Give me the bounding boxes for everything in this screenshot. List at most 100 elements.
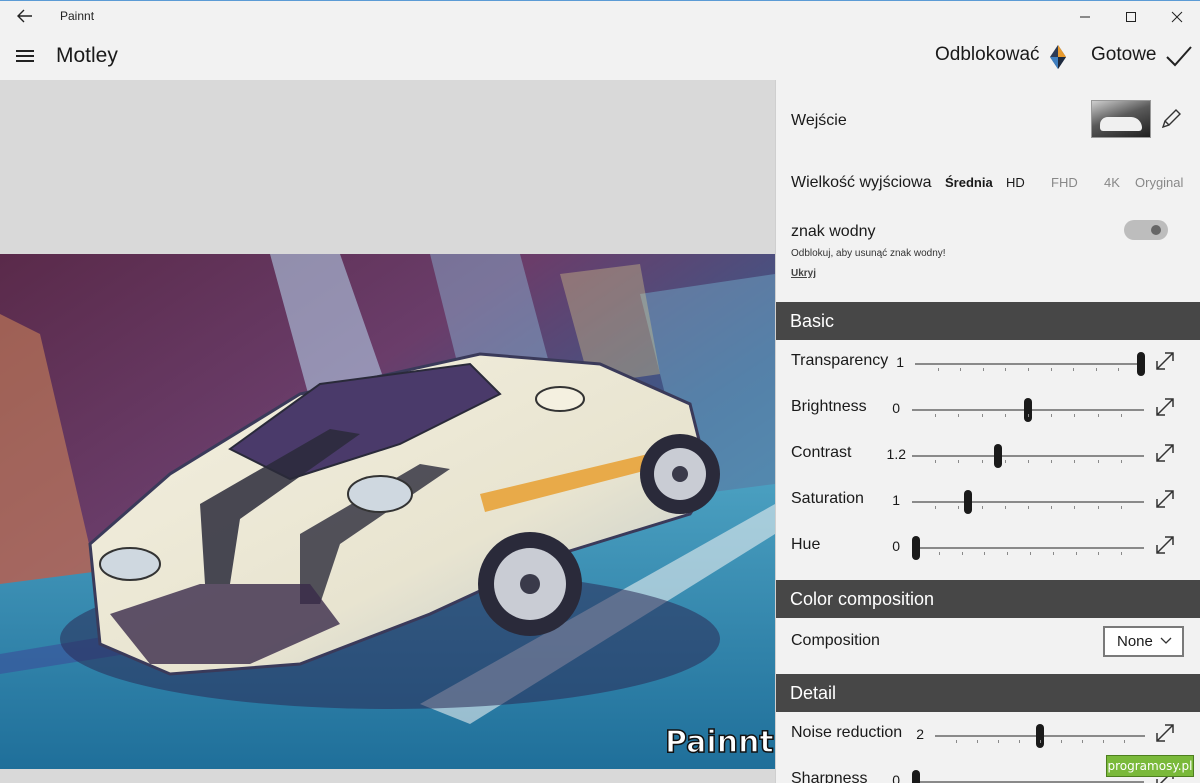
slider-value: 1 (892, 492, 900, 508)
window-title: Painnt (60, 9, 95, 23)
input-thumbnail[interactable] (1091, 100, 1151, 138)
section-color-composition[interactable]: Color composition (776, 580, 1200, 618)
size-option-4k[interactable]: 4K (1104, 175, 1120, 190)
slider-tick (1004, 506, 1006, 509)
slider-track[interactable] (912, 536, 1144, 560)
slider-handle[interactable] (1137, 352, 1145, 376)
expand-icon[interactable] (1154, 534, 1176, 556)
composition-label: Composition (791, 632, 880, 649)
back-arrow-icon[interactable] (14, 7, 36, 27)
composition-select[interactable]: None (1103, 626, 1184, 657)
checkmark-icon[interactable] (1165, 45, 1193, 69)
slider-tick (1028, 368, 1029, 371)
expand-icon[interactable] (1154, 442, 1176, 464)
slider-label: Saturation (791, 490, 864, 507)
slider-tick (935, 460, 937, 463)
slider-tick (1073, 368, 1075, 371)
slider-track[interactable] (912, 490, 1144, 514)
slider-track[interactable] (915, 352, 1145, 376)
slider-value: 0 (892, 772, 900, 783)
diamond-icon[interactable] (1048, 44, 1068, 70)
slider-tick (984, 552, 986, 555)
size-option-fhd[interactable]: FHD (1051, 175, 1078, 190)
expand-icon[interactable] (1154, 488, 1176, 510)
slider-handle[interactable] (912, 536, 920, 560)
expand-icon[interactable] (1154, 396, 1176, 418)
section-basic[interactable]: Basic (776, 302, 1200, 340)
slider-tick (1050, 368, 1052, 371)
slider-tick (1098, 552, 1100, 555)
unlock-button[interactable]: Odblokować (935, 44, 1040, 66)
slider-value: 2 (916, 726, 924, 742)
slider-handle[interactable] (1024, 398, 1032, 422)
slider-tick (1040, 740, 1041, 743)
expand-icon[interactable] (1154, 722, 1176, 744)
slider-handle[interactable] (912, 770, 920, 783)
slider-tick (1121, 552, 1123, 555)
slider-label: Brightness (791, 398, 867, 415)
slider-tick (998, 740, 999, 743)
slider-tick (961, 552, 963, 555)
watermark-label: znak wodny (791, 223, 876, 240)
settings-panel: Wejście Wielkość wyjściowa Średnia HD FH… (775, 80, 1200, 783)
pencil-edit-icon[interactable] (1160, 108, 1182, 130)
size-option-original[interactable]: Oryginal (1135, 175, 1183, 190)
slider-tick (1082, 740, 1083, 743)
slider-tick (958, 506, 960, 509)
slider-tick (1030, 552, 1031, 555)
slider-tick (938, 552, 940, 555)
slider-value: 0 (892, 538, 900, 554)
slider-tick (1118, 368, 1120, 371)
minimize-button[interactable] (1062, 1, 1108, 32)
slider-tick (1120, 506, 1122, 509)
close-button[interactable] (1154, 1, 1200, 32)
slider-track[interactable] (912, 444, 1144, 468)
slider-label: Transparency (791, 352, 889, 369)
slider-tick (982, 368, 984, 371)
slider-track[interactable] (912, 398, 1144, 422)
size-option-medium[interactable]: Średnia (945, 175, 993, 190)
size-option-hd[interactable]: HD (1006, 175, 1025, 190)
slider-tick (1075, 552, 1077, 555)
expand-icon[interactable] (1154, 350, 1176, 372)
hamburger-menu-icon[interactable] (16, 50, 34, 64)
slider-tick (1028, 460, 1029, 463)
slider-tick (977, 740, 978, 743)
slider-tick (937, 368, 939, 371)
slider-row-contrast: Contrast 1.2 (776, 432, 1200, 478)
slider-track[interactable] (935, 724, 1145, 748)
slider-row-hue: Hue 0 (776, 524, 1200, 570)
slider-tick (1007, 552, 1009, 555)
maximize-button[interactable] (1108, 1, 1154, 32)
chevron-down-icon (1160, 637, 1172, 644)
slider-tick (960, 368, 962, 371)
slider-tick (1095, 368, 1097, 371)
slider-tick (1120, 414, 1122, 417)
slider-handle[interactable] (1036, 724, 1044, 748)
slider-handle[interactable] (993, 444, 1002, 468)
artwork-image[interactable]: Painnt (0, 254, 775, 769)
slider-tick (1097, 414, 1099, 417)
slider-tick (1051, 506, 1053, 509)
slider-tick (1051, 460, 1053, 463)
slider-row-transparency: Transparency 1 (776, 340, 1200, 386)
slider-tick (1028, 414, 1029, 417)
slider-tick (1004, 414, 1006, 417)
hide-link[interactable]: Ukryj (791, 268, 816, 279)
slider-handle[interactable] (963, 490, 972, 514)
slider-tick (1052, 552, 1054, 555)
slider-tick (981, 506, 983, 509)
slider-tick (1005, 368, 1007, 371)
slider-row-noise-reduction: Noise reduction 2 (776, 712, 1200, 758)
minimize-icon (1080, 16, 1090, 17)
slider-tick (1019, 740, 1020, 743)
slider-tick (981, 460, 983, 463)
slider-value: 1.2 (886, 446, 906, 462)
done-button[interactable]: Gotowe (1091, 44, 1156, 66)
slider-tick (935, 506, 937, 509)
section-detail[interactable]: Detail (776, 674, 1200, 712)
slider-row-saturation: Saturation 1 (776, 478, 1200, 524)
watermark-toggle[interactable] (1124, 220, 1168, 240)
watermark-hint: Odblokuj, aby usunąć znak wodny! (791, 248, 946, 259)
slider-tick (1074, 460, 1076, 463)
